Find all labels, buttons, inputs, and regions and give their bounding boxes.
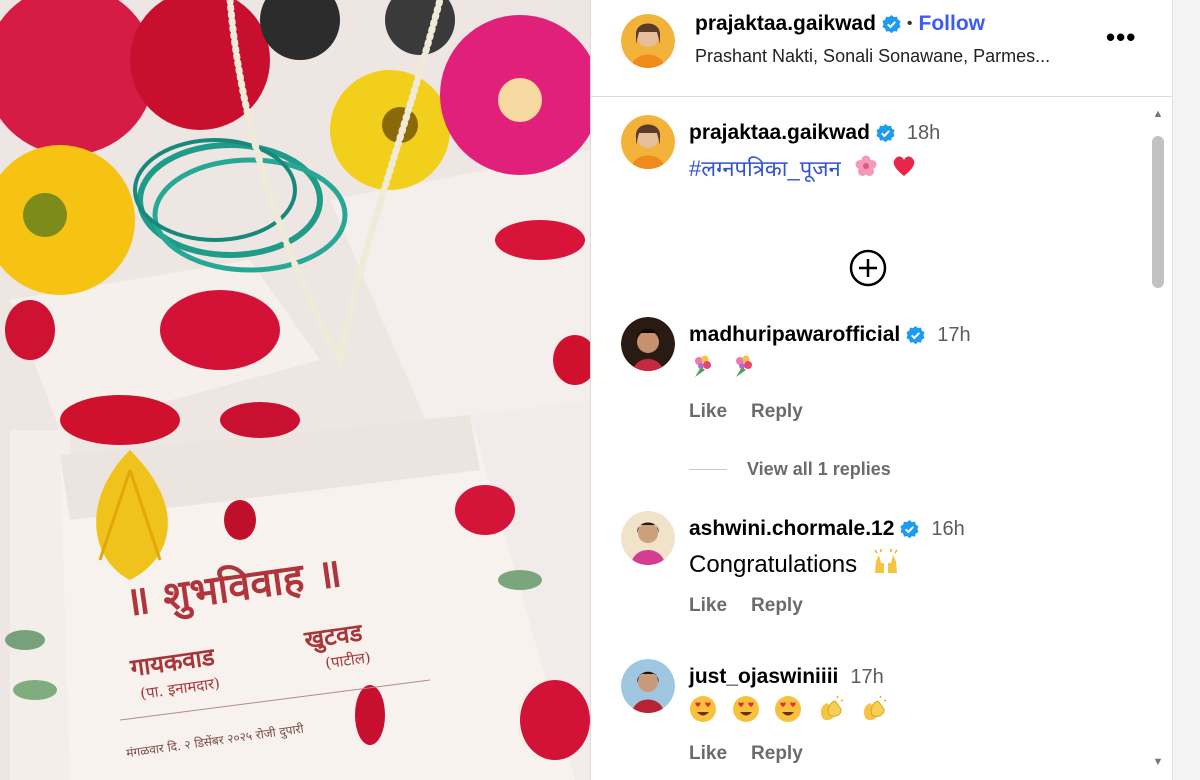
comment-time[interactable]: 17h — [937, 324, 970, 347]
like-button[interactable]: Like — [689, 595, 727, 617]
post-photo-image: ॥ शुभविवाह ॥ गायकवाड (पा. इनामदार) खुटवड… — [0, 0, 590, 780]
caption-text: #लग्नपत्रिका_पूजन — [689, 153, 924, 184]
caption-time[interactable]: 18h — [907, 122, 940, 145]
author-username[interactable]: prajaktaa.gaikwad — [695, 12, 876, 36]
caption-username[interactable]: prajaktaa.gaikwad — [689, 121, 870, 145]
cherry-blossom-emoji-icon — [855, 155, 877, 184]
heart-emoji-icon — [892, 155, 916, 184]
verified-badge-icon — [906, 325, 925, 345]
commenter-avatar[interactable] — [621, 317, 675, 371]
follow-button[interactable]: Follow — [919, 12, 986, 36]
comment-header: madhuripawarofficial 17h — [689, 323, 971, 347]
post-caption: prajaktaa.gaikwad 18h #लग्नपत्रिका_पूजन — [591, 115, 1151, 315]
comment-username[interactable]: just_ojaswiniiii — [689, 665, 838, 689]
reply-button[interactable]: Reply — [751, 743, 803, 765]
author-avatar[interactable] — [621, 14, 675, 68]
view-replies-button[interactable]: View all 1 replies — [689, 459, 891, 480]
raising-hands-emoji-icon — [872, 549, 900, 582]
comment-header: ashwini.chormale.12 16h — [689, 517, 965, 541]
comment-item: ashwini.chormale.12 16h Congratulations … — [591, 511, 1151, 661]
reply-button[interactable]: Reply — [751, 401, 803, 423]
like-button[interactable]: Like — [689, 743, 727, 765]
clapping-hands-emoji-icon — [817, 695, 845, 730]
comment-header: just_ojaswiniiii 17h — [689, 665, 884, 689]
heart-eyes-emoji-icon — [774, 695, 802, 730]
comment-text — [689, 695, 896, 730]
comment-time[interactable]: 17h — [850, 666, 883, 689]
more-options-icon[interactable]: ••• — [1106, 22, 1136, 53]
scrollbar-thumb[interactable] — [1152, 136, 1164, 288]
comment-username[interactable]: madhuripawarofficial — [689, 323, 900, 347]
heart-eyes-emoji-icon — [689, 695, 717, 730]
comment-text: Congratulations — [689, 549, 908, 582]
commenter-avatar[interactable] — [621, 511, 675, 565]
comments-list[interactable]: prajaktaa.gaikwad 18h #लग्नपत्रिका_पूजन — [591, 97, 1151, 780]
replies-divider — [689, 469, 727, 470]
bouquet-emoji-icon — [730, 353, 756, 386]
post-photo[interactable]: ॥ शुभविवाह ॥ गायकवाड (पा. इनामदार) खुटवड… — [0, 0, 590, 780]
reply-button[interactable]: Reply — [751, 595, 803, 617]
bouquet-emoji-icon — [689, 353, 715, 386]
heart-eyes-emoji-icon — [732, 695, 760, 730]
comment-time[interactable]: 16h — [931, 518, 964, 541]
post-header: prajaktaa.gaikwad • Follow Prashant Nakt… — [591, 0, 1173, 97]
comment-actions: Like Reply — [689, 595, 803, 617]
verified-badge-icon — [876, 123, 895, 143]
header-separator: • — [906, 15, 913, 32]
comment-item: just_ojaswiniiii 17h Like Reply — [591, 659, 1151, 780]
comment-username[interactable]: ashwini.chormale.12 — [689, 517, 894, 541]
window-edge — [1172, 0, 1200, 780]
scroll-up-arrow-icon[interactable]: ▲ — [1151, 108, 1165, 122]
comment-actions: Like Reply — [689, 743, 803, 765]
collaborators-line[interactable]: Prashant Nakti, Sonali Sonawane, Parmes.… — [695, 46, 1050, 67]
verified-badge-icon — [882, 14, 901, 34]
comment-body: Congratulations — [689, 550, 858, 578]
comment-actions: Like Reply — [689, 401, 803, 423]
scroll-down-arrow-icon[interactable]: ▼ — [1151, 756, 1165, 770]
caption-header: prajaktaa.gaikwad 18h — [689, 121, 940, 145]
author-line: prajaktaa.gaikwad • Follow — [695, 12, 985, 36]
comment-text — [689, 353, 764, 386]
caption-hashtag[interactable]: #लग्नपत्रिका_पूजन — [689, 156, 841, 181]
verified-badge-icon — [900, 519, 919, 539]
post-side-panel: prajaktaa.gaikwad • Follow Prashant Nakt… — [590, 0, 1173, 780]
like-button[interactable]: Like — [689, 401, 727, 423]
view-replies-label: View all 1 replies — [747, 459, 891, 479]
commenter-avatar[interactable] — [621, 659, 675, 713]
clapping-hands-emoji-icon — [860, 695, 888, 730]
plus-circle-icon[interactable] — [849, 249, 887, 287]
caption-avatar[interactable] — [621, 115, 675, 169]
